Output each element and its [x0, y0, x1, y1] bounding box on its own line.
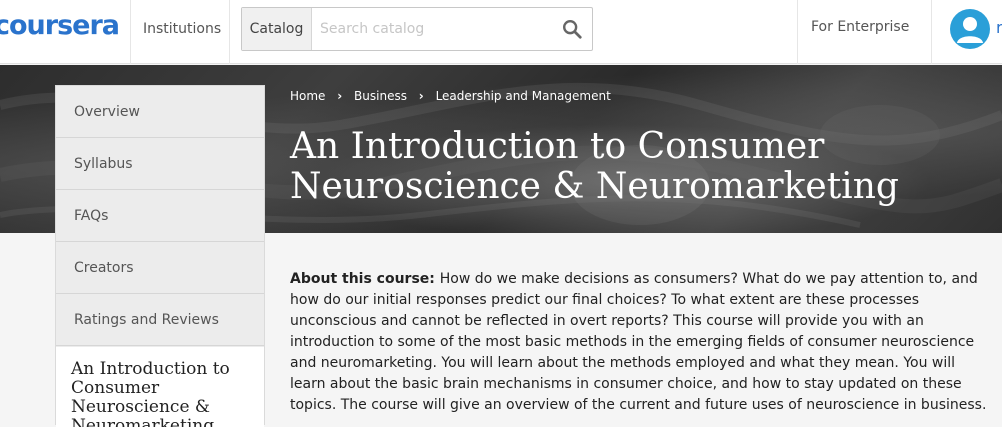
header-divider [797, 0, 798, 64]
breadcrumb-home[interactable]: Home [290, 89, 325, 103]
header-divider [130, 0, 131, 64]
catalog-button[interactable]: Catalog [242, 8, 312, 50]
breadcrumb-leadership-management[interactable]: Leadership and Management [436, 89, 611, 103]
top-navigation-bar: coursera Institutions Catalog For Enterp… [0, 0, 1002, 64]
sidenav-item-ratings-reviews[interactable]: Ratings and Reviews [56, 294, 264, 346]
search-input[interactable] [320, 8, 550, 50]
sidenav-item-faqs[interactable]: FAQs [56, 190, 264, 242]
user-name-initial[interactable]: r [996, 18, 1002, 37]
breadcrumb-business[interactable]: Business [354, 89, 407, 103]
search-bar: Catalog [241, 7, 593, 51]
institutions-link[interactable]: Institutions [143, 21, 221, 37]
user-avatar[interactable] [950, 9, 990, 49]
header-divider [931, 0, 932, 64]
user-icon [957, 17, 983, 43]
for-enterprise-link[interactable]: For Enterprise [811, 19, 909, 35]
chevron-right-icon: › [337, 88, 343, 103]
about-course-section: About this course: How do we make decisi… [290, 269, 990, 416]
breadcrumb: Home › Business › Leadership and Managem… [290, 88, 611, 103]
about-course-label: About this course: [290, 271, 440, 287]
chevron-right-icon: › [418, 88, 424, 103]
header-divider [229, 0, 230, 64]
course-side-navigation: Overview Syllabus FAQs Creators Ratings … [55, 85, 265, 427]
coursera-logo[interactable]: coursera [0, 10, 120, 41]
search-icon[interactable] [561, 18, 583, 40]
sidenav-item-overview[interactable]: Overview [56, 86, 264, 138]
sidenav-item-creators[interactable]: Creators [56, 242, 264, 294]
sidenav-course-title: An Introduction to Consumer Neuroscience… [56, 347, 264, 427]
course-title: An Introduction to Consumer Neuroscience… [290, 126, 899, 207]
about-course-description: How do we make decisions as consumers? W… [290, 271, 987, 413]
sidenav-item-syllabus[interactable]: Syllabus [56, 138, 264, 190]
